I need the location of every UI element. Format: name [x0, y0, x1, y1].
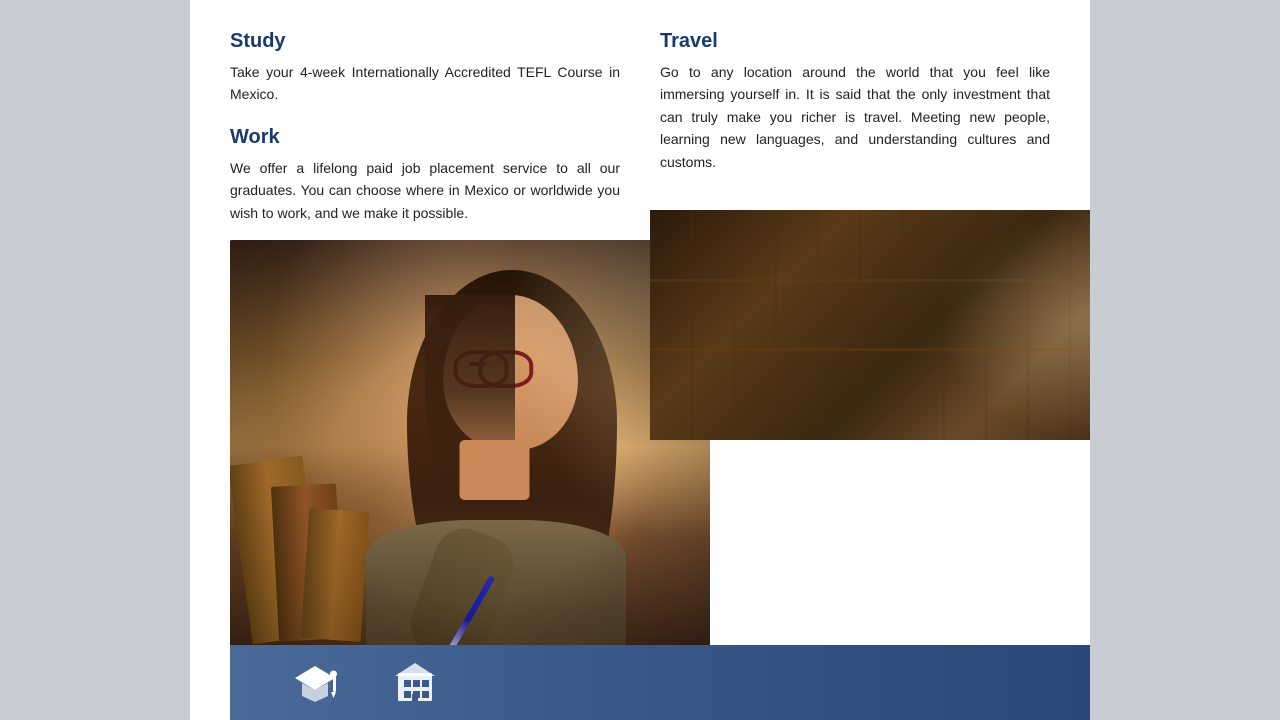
right-image: [650, 210, 1090, 440]
travel-body: Go to any location around the world that…: [660, 61, 1050, 173]
left-column: Study Take your 4-week Internationally A…: [230, 20, 620, 244]
image-background: [230, 240, 710, 700]
study-title: Study: [230, 30, 620, 53]
work-body: We offer a lifelong paid job placement s…: [230, 157, 620, 224]
study-body: Take your 4-week Internationally Accredi…: [230, 61, 620, 106]
content-area: Study Take your 4-week Internationally A…: [190, 0, 1090, 244]
travel-title: Travel: [660, 30, 1050, 53]
graduation-cap-icon: [290, 658, 340, 708]
building-icon: [390, 658, 440, 708]
work-title: Work: [230, 126, 620, 149]
grad-cap-svg: [290, 658, 340, 708]
student-image: [230, 240, 710, 700]
building-svg: [390, 658, 440, 708]
page-container: Study Take your 4-week Internationally A…: [190, 0, 1090, 720]
bottom-bar: [230, 645, 1090, 720]
